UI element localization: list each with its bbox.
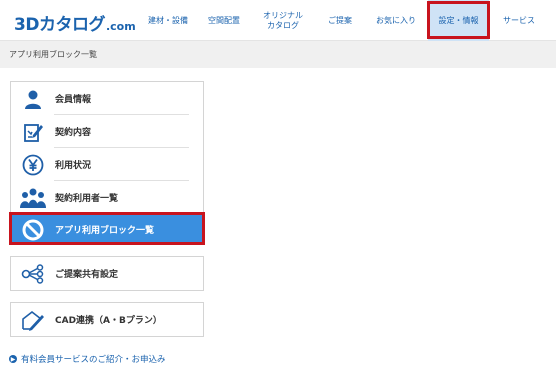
logo-text: 3Dカタログ	[14, 15, 105, 35]
prohibited-icon	[11, 214, 55, 245]
nav-services[interactable]: サービス	[490, 0, 548, 41]
menu-item-app-block-list[interactable]: アプリ利用ブロック一覧	[11, 214, 203, 245]
nav-building-materials[interactable]: 建材・設備	[138, 0, 198, 41]
nav-original-catalog[interactable]: オリジナル カタログ	[254, 0, 312, 41]
menu-label: 契約内容	[55, 128, 92, 138]
logo-domain: .com	[105, 20, 136, 33]
menu-label: アプリ利用ブロック一覧	[55, 226, 155, 236]
menu-label: CAD連携（A・Bプラン）	[55, 316, 162, 326]
top-navigation: 3Dカタログ .com 建材・設備 空間配置 オリジナル カタログ ご提案 お気…	[0, 0, 556, 41]
arrow-circle-icon: ▶	[9, 355, 17, 363]
menu-item-proposal-sharing[interactable]: ご提案共有設定	[11, 257, 203, 290]
menu-label: 利用状況	[55, 161, 92, 171]
nav-settings-info[interactable]: 設定・情報	[428, 0, 489, 41]
nav-space-layout[interactable]: 空間配置	[199, 0, 249, 41]
menu-label: 会員情報	[55, 95, 92, 105]
menu-item-contract-users[interactable]: 契約利用者一覧	[11, 181, 203, 214]
menu-label: 契約利用者一覧	[55, 194, 119, 204]
users-group-icon	[11, 181, 55, 214]
account-menu-panel: 会員情報 契約内容 利用状況 契約利用者一覧 アプリ利用ブロック一覧	[10, 81, 204, 245]
paid-service-link-text: 有料会員サービスのご紹介・お申込み	[21, 355, 166, 365]
nav-proposals[interactable]: ご提案	[318, 0, 362, 41]
share-icon	[11, 257, 55, 290]
contract-edit-icon	[11, 115, 55, 148]
menu-item-usage-status[interactable]: 利用状況	[11, 148, 203, 181]
user-icon	[11, 82, 55, 115]
menu-label: ご提案共有設定	[55, 270, 119, 280]
nav-favorites[interactable]: お気に入り	[368, 0, 424, 41]
proposal-menu-panel: ご提案共有設定	[10, 256, 204, 291]
menu-item-contract-details[interactable]: 契約内容	[11, 115, 203, 148]
breadcrumb: アプリ利用ブロック一覧	[0, 41, 556, 68]
yen-circle-icon	[11, 148, 55, 181]
menu-item-cad-integration[interactable]: CAD連携（A・Bプラン）	[11, 303, 203, 336]
site-logo[interactable]: 3Dカタログ .com	[14, 10, 136, 35]
cad-menu-panel: CAD連携（A・Bプラン）	[10, 302, 204, 337]
menu-item-member-info[interactable]: 会員情報	[11, 82, 203, 115]
cad-pencil-icon	[11, 303, 55, 336]
paid-service-link[interactable]: ▶ 有料会員サービスのご紹介・お申込み	[9, 353, 166, 365]
